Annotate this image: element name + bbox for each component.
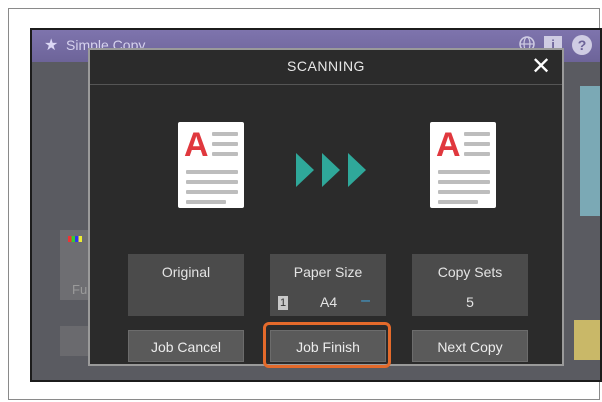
original-document-icon: A bbox=[178, 122, 244, 208]
copy-sets-value: 5 bbox=[466, 294, 474, 310]
dialog-header: SCANNING ✕ bbox=[90, 50, 562, 85]
star-icon[interactable]: ★ bbox=[44, 35, 58, 55]
scanning-dialog: SCANNING ✕ A A Original Paper Size 1 A4 … bbox=[88, 48, 564, 368]
background-yellow-button bbox=[574, 320, 600, 360]
document-letter: A bbox=[436, 126, 461, 164]
job-cancel-button[interactable]: Job Cancel bbox=[128, 330, 244, 362]
output-document-icon: A bbox=[430, 122, 496, 208]
copy-sets-info-box: Copy Sets 5 bbox=[412, 254, 528, 316]
help-icon[interactable]: ? bbox=[572, 35, 592, 55]
transfer-arrows-icon bbox=[296, 153, 366, 187]
document-letter: A bbox=[184, 126, 209, 164]
dialog-title: SCANNING bbox=[287, 58, 365, 74]
background-left-text: Fu bbox=[72, 282, 88, 297]
copy-sets-label: Copy Sets bbox=[437, 264, 503, 280]
paper-size-label: Paper Size bbox=[293, 264, 363, 280]
job-finish-highlight bbox=[263, 322, 391, 368]
color-swatch-icon bbox=[68, 236, 82, 242]
background-right-panel bbox=[580, 86, 600, 216]
original-info-box: Original bbox=[128, 254, 244, 316]
next-copy-button[interactable]: Next Copy bbox=[412, 330, 528, 362]
original-label: Original bbox=[161, 264, 211, 280]
paper-size-value: A4 bbox=[320, 294, 338, 310]
close-icon[interactable]: ✕ bbox=[528, 54, 554, 80]
device-screen: ★ Simple Copy i ? Fu SCANNING ✕ A A Orig… bbox=[30, 28, 602, 382]
paper-size-dash: – bbox=[361, 292, 370, 309]
tray-number-badge: 1 bbox=[278, 296, 288, 310]
paper-size-info-box: Paper Size 1 A4 – bbox=[270, 254, 386, 316]
